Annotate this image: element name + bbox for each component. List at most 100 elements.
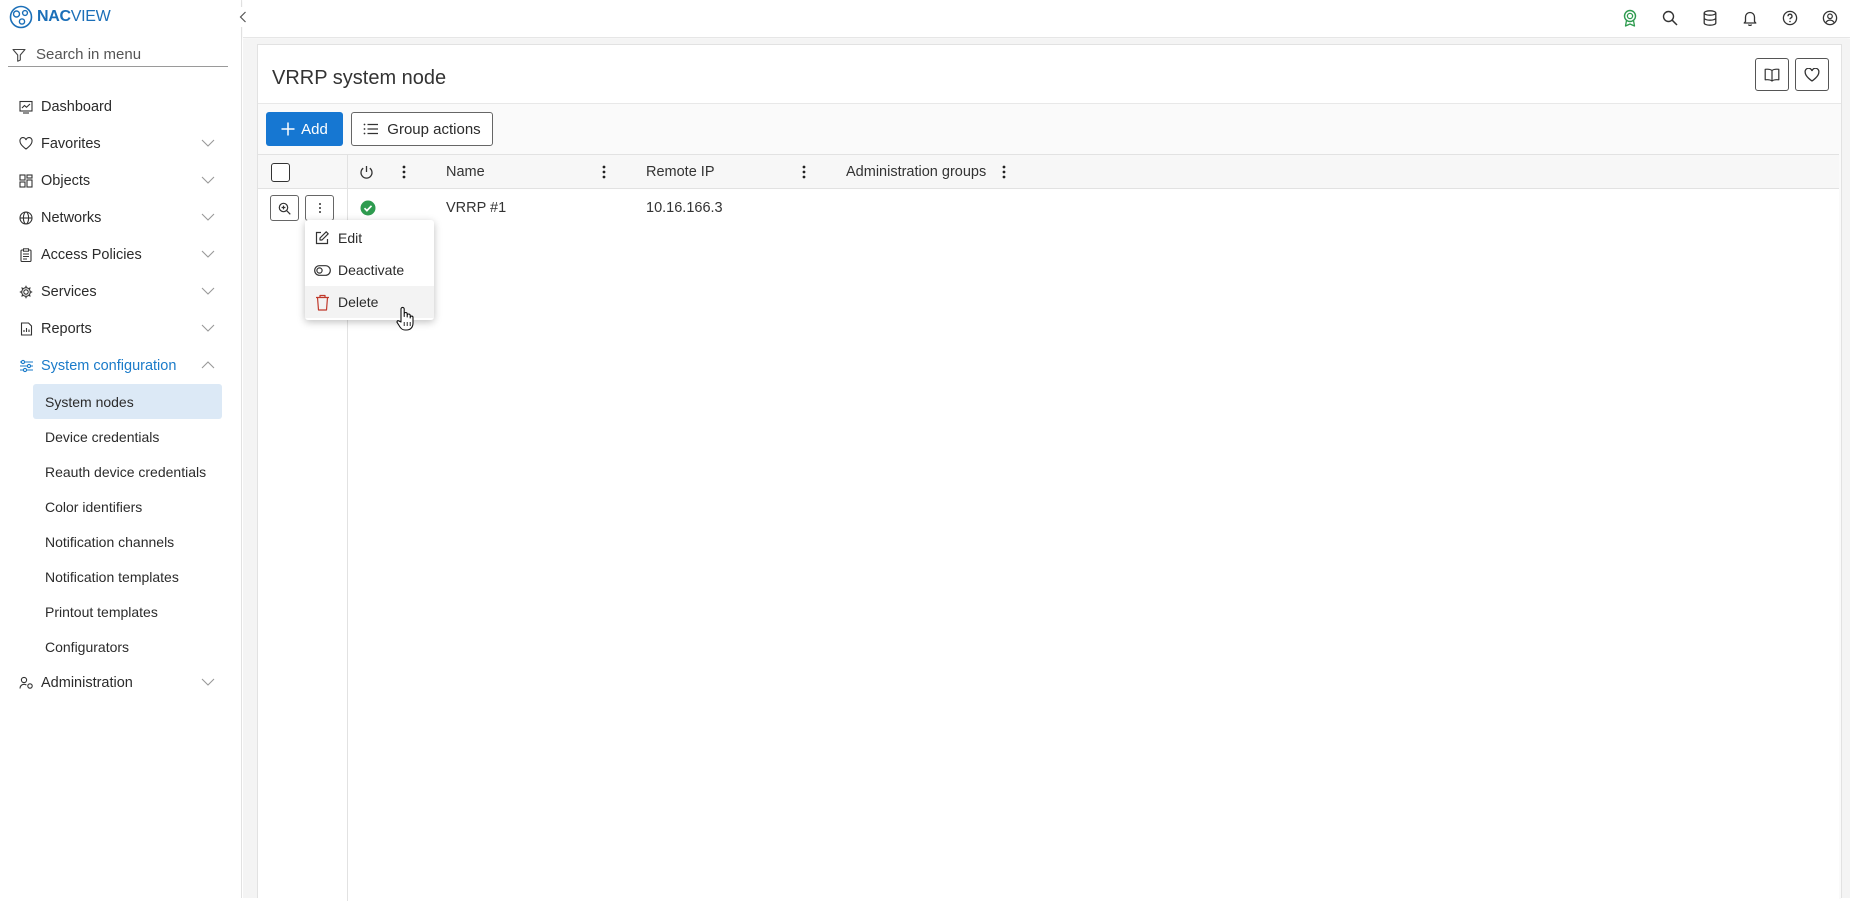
name-column-menu[interactable] (599, 164, 609, 180)
toggle-off-icon (312, 264, 332, 276)
menu-search[interactable] (8, 43, 228, 67)
data-table: Name Remote IP Administration groups VRR… (258, 154, 1839, 901)
sidebar-subitem-device-credentials[interactable]: Device credentials (33, 419, 222, 454)
menu-item-edit[interactable]: Edit (305, 222, 434, 254)
status-column-menu[interactable] (399, 164, 409, 180)
sidebar-item-objects[interactable]: Objects (0, 162, 242, 199)
menu-item-label: Edit (338, 230, 363, 246)
page-title: VRRP system node (272, 67, 447, 89)
add-button[interactable]: Add (266, 112, 343, 146)
remote-ip-column-header[interactable]: Remote IP (646, 155, 715, 189)
menu-item-deactivate[interactable]: Deactivate (305, 254, 434, 286)
row-actions-button[interactable] (305, 195, 334, 221)
content-panel: VRRP system node Add Group actions Name … (257, 44, 1842, 901)
kebab-icon (318, 203, 321, 213)
logo-text: NACVIEW (37, 8, 111, 25)
administration-groups-column-header[interactable]: Administration groups (846, 155, 986, 189)
user-icon[interactable] (1810, 7, 1850, 29)
sidebar-item-dashboard[interactable]: Dashboard (0, 88, 242, 125)
sidebar-item-label: Objects (41, 172, 91, 189)
bell-icon[interactable] (1730, 7, 1770, 29)
top-bar (243, 0, 1850, 38)
database-icon[interactable] (1690, 7, 1730, 29)
chevron-down-icon (201, 213, 215, 221)
administration-groups-column-menu[interactable] (999, 164, 1009, 180)
header-actions (1755, 58, 1829, 91)
users-gear-icon (18, 675, 34, 691)
chevron-down-icon (201, 324, 215, 332)
sidebar-item-access-policies[interactable]: Access Policies (0, 236, 242, 273)
name-column-header[interactable]: Name (446, 155, 485, 189)
zoom-in-icon (278, 202, 291, 215)
remote-ip-cell: 10.16.166.3 (646, 200, 723, 216)
search-icon[interactable] (1650, 7, 1690, 29)
objects-icon (18, 173, 34, 189)
sidebar-subitem-notification-channels[interactable]: Notification channels (33, 524, 222, 559)
clipboard-icon (18, 247, 34, 263)
sidebar-item-label: System configuration (41, 357, 177, 374)
documentation-button[interactable] (1755, 58, 1789, 91)
logo-icon (9, 5, 33, 29)
sidebar-item-reports[interactable]: Reports (0, 310, 242, 347)
trash-icon (312, 294, 332, 311)
name-cell: VRRP #1 (446, 200, 507, 216)
sidebar-subitem-system-nodes[interactable]: System nodes (33, 384, 222, 419)
chevron-down-icon (201, 176, 215, 184)
sidebar-item-label: Administration (41, 674, 133, 691)
hand-cursor-icon (396, 306, 414, 331)
sidebar-subitem-reauth-device-credentials[interactable]: Reauth device credentials (33, 454, 222, 489)
view-details-button[interactable] (270, 195, 299, 221)
collapse-sidebar-button[interactable] (235, 7, 251, 27)
main-content: VRRP system node Add Group actions Name … (243, 39, 1850, 901)
sidebar-nav: Dashboard Favorites Objects Networks Acc… (0, 88, 242, 701)
menu-item-delete[interactable]: Delete (305, 286, 434, 318)
add-to-favorites-button[interactable] (1795, 58, 1829, 91)
sidebar-item-label: Favorites (41, 135, 101, 152)
chevron-left-icon (239, 11, 246, 23)
nacview-logo[interactable]: NACVIEW (8, 5, 111, 29)
sidebar-item-label: Access Policies (41, 246, 142, 263)
edit-icon (312, 230, 332, 246)
heart-icon (18, 136, 34, 152)
menu-item-label: Deactivate (338, 262, 405, 278)
chevron-down-icon (201, 287, 215, 295)
chevron-down-icon (201, 678, 215, 686)
chevron-up-icon (201, 361, 215, 369)
sidebar-subitem-notification-templates[interactable]: Notification templates (33, 559, 222, 594)
table-row[interactable]: VRRP #1 10.16.166.3 (258, 189, 1839, 227)
book-icon (1764, 68, 1780, 82)
top-bar-icons (1610, 7, 1850, 29)
check-circle-icon (360, 200, 376, 216)
report-icon (18, 321, 34, 337)
help-icon[interactable] (1770, 7, 1810, 29)
list-icon (363, 123, 379, 135)
menu-item-label: Delete (338, 294, 379, 310)
menu-search-input[interactable] (36, 46, 216, 63)
heart-icon (1804, 67, 1820, 82)
globe-icon (18, 210, 34, 226)
status-column-header[interactable] (359, 155, 374, 189)
dashboard-icon (18, 99, 34, 115)
sidebar-item-favorites[interactable]: Favorites (0, 125, 242, 162)
select-all-checkbox[interactable] (271, 163, 290, 182)
group-actions-button[interactable]: Group actions (351, 112, 493, 146)
chevron-down-icon (201, 139, 215, 147)
sidebar-item-services[interactable]: Services (0, 273, 242, 310)
kebab-icon (402, 165, 406, 179)
sidebar-item-label: Dashboard (41, 98, 112, 115)
sidebar-item-label: Reports (41, 320, 92, 337)
sidebar-item-label: Services (41, 283, 97, 300)
sliders-icon (18, 358, 34, 374)
add-button-label: Add (301, 120, 328, 138)
power-icon (360, 165, 373, 179)
kebab-icon (802, 165, 806, 179)
remote-ip-column-menu[interactable] (799, 164, 809, 180)
sidebar-subitem-printout-templates[interactable]: Printout templates (33, 594, 222, 629)
award-icon[interactable] (1610, 7, 1650, 29)
sidebar-subitem-configurators[interactable]: Configurators (33, 629, 222, 664)
sidebar-item-system-configuration[interactable]: System configuration (0, 347, 242, 384)
sidebar-item-administration[interactable]: Administration (0, 664, 242, 701)
kebab-icon (602, 165, 606, 179)
sidebar-subitem-color-identifiers[interactable]: Color identifiers (33, 489, 222, 524)
sidebar-item-networks[interactable]: Networks (0, 199, 242, 236)
